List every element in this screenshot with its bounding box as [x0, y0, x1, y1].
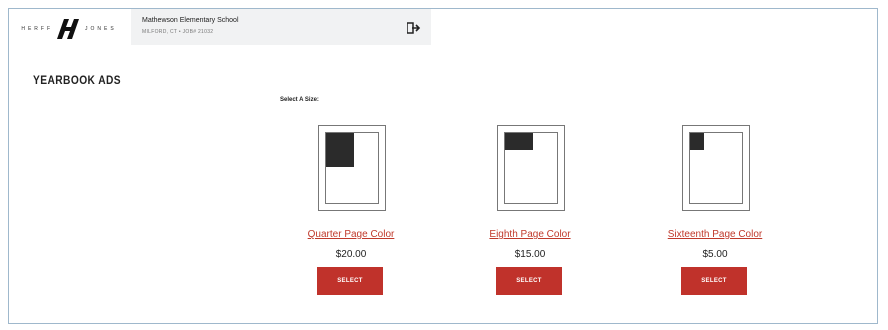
select-size-label: Select A Size:: [280, 97, 319, 103]
option-price: $20.00: [335, 249, 367, 260]
sign-out-icon[interactable]: [406, 21, 421, 34]
select-button[interactable]: SELECT: [681, 267, 747, 295]
school-name: Mathewson Elementary School: [142, 17, 239, 24]
ad-area-block: [690, 133, 704, 150]
top-bar: HERFF JONES Mathewson Elementary School …: [9, 9, 877, 49]
ad-area-block: [505, 133, 533, 150]
ad-area-block: [326, 133, 354, 167]
select-button[interactable]: SELECT: [496, 267, 562, 295]
option-name-link[interactable]: Eighth Page Color: [465, 229, 595, 240]
page-outline: [504, 132, 558, 204]
page-outline: [689, 132, 743, 204]
brand-left-text: HERFF: [21, 26, 53, 32]
brand-mark-icon: [57, 19, 79, 39]
school-meta: MILFORD, CT • JOB# 21032: [142, 29, 214, 35]
ad-option-quarter: Quarter Page Color $20.00 SELECT: [286, 125, 416, 305]
ad-option-sixteenth: Sixteenth Page Color $5.00 SELECT: [650, 125, 780, 305]
page-title: YEARBOOK ADS: [33, 73, 122, 87]
option-name-link[interactable]: Quarter Page Color: [286, 229, 416, 240]
brand-logo[interactable]: HERFF JONES: [9, 9, 129, 49]
ad-thumbnail[interactable]: [318, 125, 386, 211]
app-frame: HERFF JONES Mathewson Elementary School …: [8, 8, 878, 324]
school-panel[interactable]: Mathewson Elementary School MILFORD, CT …: [131, 9, 431, 45]
brand-right-text: JONES: [85, 26, 117, 32]
option-price: $15.00: [514, 249, 546, 260]
ad-thumbnail[interactable]: [682, 125, 750, 211]
option-name-link[interactable]: Sixteenth Page Color: [650, 229, 780, 240]
option-price: $5.00: [702, 249, 728, 260]
ad-option-eighth: Eighth Page Color $15.00 SELECT: [465, 125, 595, 305]
ad-thumbnail[interactable]: [497, 125, 565, 211]
page-outline: [325, 132, 379, 204]
select-button[interactable]: SELECT: [317, 267, 383, 295]
